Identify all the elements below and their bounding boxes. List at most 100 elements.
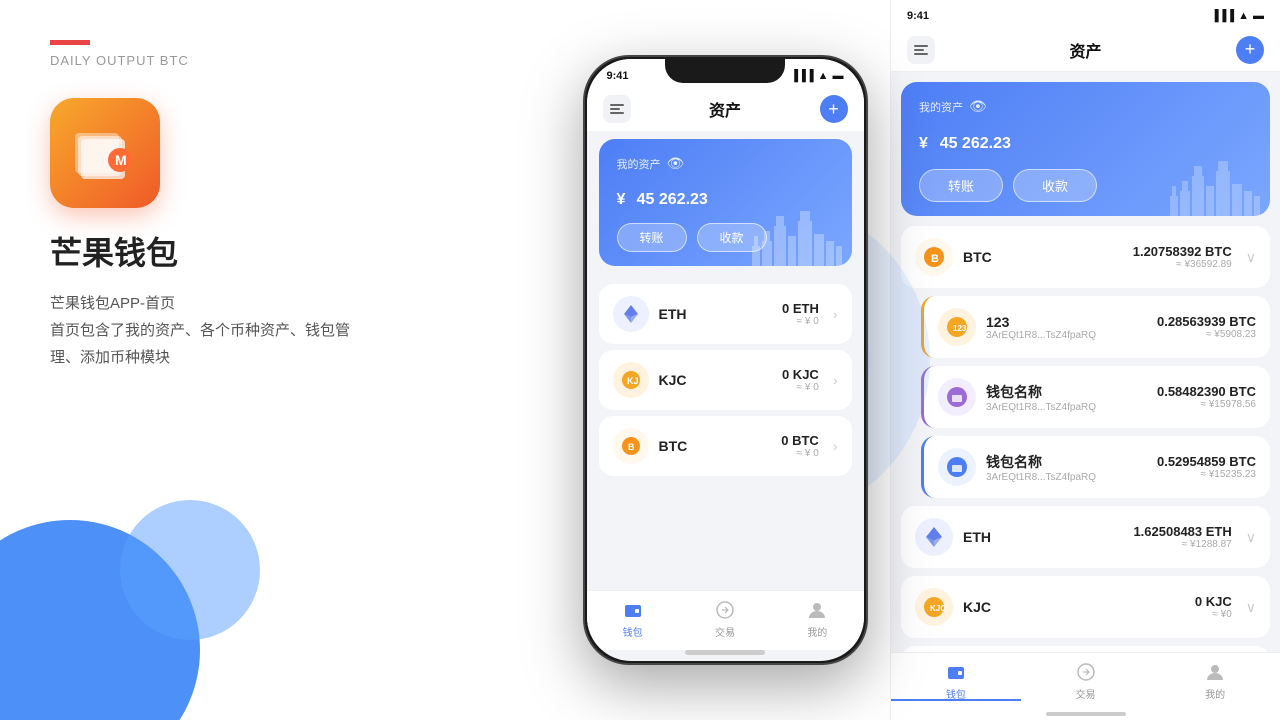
app-name: 芒果钱包 [50,228,510,274]
right-tab-profile[interactable]: 我的 [1150,661,1280,701]
right-btc-icon: B [915,238,953,276]
right-eye-icon[interactable]: 👁 [969,98,987,115]
eth-info: ETH [659,306,772,322]
right-status-icons: ▐▐▐ ▲ ▬ [1211,10,1264,22]
right-wallet2-icon [938,448,976,486]
right-eth-info: ETH [963,529,1123,545]
coin-item-kjc[interactable]: KJ KJC 0 KJC ≈ ¥ 0 › [599,350,852,410]
coin-item-btc[interactable]: B BTC 0 BTC ≈ ¥ 0 › [599,416,852,476]
tab-transaction[interactable]: 交易 [679,599,771,639]
right-tabbar: 钱包 交易 我的 [891,652,1280,712]
app-icon-wrapper: M [50,98,510,208]
right-coin-wallet1[interactable]: 钱包名称 3ArEQt1R8...TsZ4fpaRQ 0.58482390 BT… [921,366,1270,428]
asset-card: 我的资产 👁 ¥ 45 262.23 转账 收款 [599,139,852,266]
right-header: 资产 + [891,28,1280,72]
right-kjc-amount: 0 KJC ≈ ¥0 [1195,594,1232,620]
right-eth-icon [915,518,953,556]
right-panel: 9:41 ▐▐▐ ▲ ▬ 资产 + 我的 资产 👁 ¥ 45 262.23 转账 [890,0,1280,720]
active-tab-indicator [891,699,1021,701]
svg-text:123: 123 [953,324,967,333]
btc-amount: 0 BTC ≈ ¥ 0 [781,433,819,459]
right-wallet2-info: 钱包名称 3ArEQt1R8...TsZ4fpaRQ [986,452,1147,483]
right-wallet1-amount: 0.58482390 BTC ≈ ¥15978.56 [1157,384,1256,410]
btc-icon: B [613,428,649,464]
right-tab-wallet[interactable]: 钱包 [891,661,1021,701]
right-asset-card: 我的资产 👁 ¥ 45 262.23 转账 收款 [901,82,1270,216]
phone-screen: 9:41 ▐▐▐ ▲ ▬ 资产 + 我的资产 [587,59,864,661]
phone-status-icons: ▐▐▐ ▲ ▬ [790,70,843,82]
right-btc-amount: 1.20758392 BTC ≈ ¥36592.89 [1133,244,1232,270]
right-header-title: 资产 [1069,38,1101,62]
btc-chevron-icon: › [833,438,838,454]
right-profile-tab-icon [1204,661,1226,683]
right-body: 我的资产 👁 ¥ 45 262.23 转账 收款 [891,72,1280,652]
eth-amount: 0 ETH ≈ ¥ 0 [782,301,819,327]
right-add-button[interactable]: + [1236,36,1264,64]
accent-bar [50,40,90,45]
coin-list: ETH 0 ETH ≈ ¥ 0 › KJ [587,274,864,486]
phone-header-title: 资产 [709,97,741,121]
right-kjc-info: KJC [963,599,1185,615]
tab-profile[interactable]: 我的 [771,599,863,639]
menu-icon[interactable] [603,95,631,123]
right-coin-123[interactable]: 123 123 3ArEQt1R8...TsZ4fpaRQ 0.28563939… [921,296,1270,358]
right-menu-icon[interactable] [907,36,935,64]
wifi-icon: ▲ [818,70,829,82]
right-transfer-button[interactable]: 转账 [919,169,1003,202]
svg-text:KJC: KJC [930,604,946,613]
right-transaction-tab-icon [1075,661,1097,683]
left-subtitle: DAILY OUTPUT BTC [50,53,510,68]
right-wallet-tab-icon [945,661,967,683]
kjc-chevron-icon: › [833,372,838,388]
kjc-info: KJC [659,372,772,388]
right-kjc-icon: KJC [915,588,953,626]
right-coin-eth[interactable]: ETH 1.62508483 ETH ≈ ¥1288.87 ∨ [901,506,1270,568]
right-wallet1-icon [938,378,976,416]
transfer-button[interactable]: 转账 [617,223,687,252]
right-signal-icon: ▐▐▐ [1211,10,1234,22]
home-indicator [685,650,765,655]
svg-text:B: B [628,442,635,452]
right-wallet1-info: 钱包名称 3ArEQt1R8...TsZ4fpaRQ [986,382,1147,413]
asset-card-label: 我的资产 👁 [617,155,834,172]
kjc-amount: 0 KJC ≈ ¥ 0 [782,367,819,393]
coin-item-eth[interactable]: ETH 0 ETH ≈ ¥ 0 › [599,284,852,344]
svg-text:M: M [115,152,127,168]
kjc-icon: KJ [613,362,649,398]
right-btc-chevron-icon[interactable]: ∨ [1246,249,1256,266]
right-tab-transaction[interactable]: 交易 [1021,661,1151,701]
right-btc-info: BTC [963,249,1123,265]
right-asset-amount: ¥ 45 262.23 [919,123,1252,155]
right-time: 9:41 [907,10,929,22]
battery-icon: ▬ [833,70,844,82]
right-coin-kjc[interactable]: KJC KJC 0 KJC ≈ ¥0 ∨ [901,576,1270,638]
phone-notch [665,57,785,83]
eth-icon [613,296,649,332]
right-wallet2-amount: 0.52954859 BTC ≈ ¥15235.23 [1157,454,1256,480]
eth-chevron-icon: › [833,306,838,322]
right-receive-button[interactable]: 收款 [1013,169,1097,202]
app-icon: M [50,98,160,208]
right-home-indicator [1046,712,1126,716]
svg-text:B: B [931,253,939,265]
add-button[interactable]: + [820,95,848,123]
right-coin-btc[interactable]: B BTC 1.20758392 BTC ≈ ¥36592.89 ∨ [901,226,1270,288]
left-panel: DAILY OUTPUT BTC M 芒果钱包 芒果钱包APP-首页 首页包含了… [0,0,560,720]
eye-icon[interactable]: 👁 [667,155,685,172]
right-eth-chevron-icon[interactable]: ∨ [1246,529,1256,546]
right-123-icon: 123 [938,308,976,346]
btc-info: BTC [659,438,772,454]
phone-mockup: 9:41 ▐▐▐ ▲ ▬ 资产 + 我的资产 [583,55,868,665]
phone-tabbar: 钱包 交易 我的 [587,590,864,650]
right-coin-wallet2[interactable]: 钱包名称 3ArEQt1R8...TsZ4fpaRQ 0.52954859 BT… [921,436,1270,498]
wallet-tab-icon [622,599,644,621]
transaction-tab-icon [714,599,736,621]
right-123-amount: 0.28563939 BTC ≈ ¥5908.23 [1157,314,1256,340]
right-status-bar: 9:41 ▐▐▐ ▲ ▬ [891,0,1280,28]
phone-time: 9:41 [607,70,629,82]
blue-blob2 [120,500,260,640]
tab-wallet[interactable]: 钱包 [587,599,679,639]
right-123-info: 123 3ArEQt1R8...TsZ4fpaRQ [986,314,1147,341]
right-kjc-chevron-icon[interactable]: ∨ [1246,599,1256,616]
right-battery-icon: ▬ [1253,10,1264,22]
